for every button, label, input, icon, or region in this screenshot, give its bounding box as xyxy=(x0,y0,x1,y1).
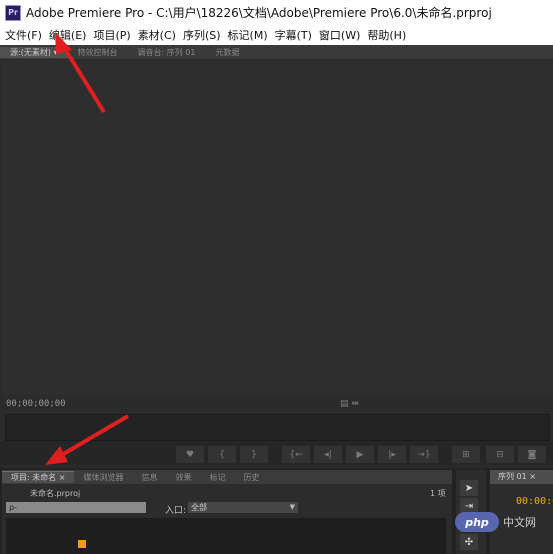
tab-metadata[interactable]: 元数据 xyxy=(205,47,249,58)
tab-project[interactable]: 项目: 未命名 × xyxy=(2,471,75,483)
menu-edit[interactable]: 编辑(E) xyxy=(49,27,87,43)
step-forward-icon[interactable]: |▸ xyxy=(378,446,406,463)
mark-in-icon[interactable]: { xyxy=(208,446,236,463)
menu-help[interactable]: 帮助(H) xyxy=(367,27,406,43)
go-to-out-icon[interactable]: →} xyxy=(410,446,438,463)
step-back-icon[interactable]: ◂| xyxy=(314,446,342,463)
tab-info[interactable]: 信息 xyxy=(132,472,166,483)
time-ruler[interactable] xyxy=(5,414,550,441)
tab-effects[interactable]: 效果 xyxy=(166,472,200,483)
chevron-down-icon: ▼ xyxy=(289,503,295,511)
timeline-timecode[interactable]: 00:00:0 xyxy=(516,496,553,507)
settings-icon[interactable]: ▤ ⇹ xyxy=(340,399,359,409)
menu-marker[interactable]: 标记(M) xyxy=(228,27,268,43)
source-panel-tabs: 源:(无素材) ▾ 特效控制台 调音台: 序列 01 元数据 xyxy=(0,45,553,59)
menu-sequence[interactable]: 序列(S) xyxy=(183,27,221,43)
menu-window[interactable]: 窗口(W) xyxy=(319,27,360,43)
export-frame-icon[interactable]: ◙ xyxy=(518,446,546,463)
menu-bar: 文件(F) 编辑(E) 项目(P) 素材(C) 序列(S) 标记(M) 字幕(T… xyxy=(0,25,553,45)
watermark-text: 中文网 xyxy=(503,516,536,529)
menu-file[interactable]: 文件(F) xyxy=(5,27,42,43)
project-search-input[interactable]: ρ- xyxy=(6,502,146,513)
play-icon[interactable]: ▶ xyxy=(346,446,374,463)
tab-sequence-01[interactable]: 序列 01 × xyxy=(490,470,553,484)
rolling-edit-tool-icon[interactable]: ✣ xyxy=(460,534,478,550)
php-logo: php xyxy=(455,512,499,532)
tab-markers[interactable]: 标记 xyxy=(200,472,234,483)
watermark: php 中文网 xyxy=(455,510,553,534)
go-to-in-icon[interactable]: {← xyxy=(282,446,310,463)
overwrite-icon[interactable]: ⊟ xyxy=(486,446,514,463)
project-file-name: 未命名.prproj xyxy=(30,489,81,498)
insert-icon[interactable]: ⊞ xyxy=(452,446,480,463)
tab-source[interactable]: 源:(无素材) ▾ xyxy=(0,46,68,58)
add-marker-icon[interactable]: ♥ xyxy=(176,446,204,463)
item-count: 1 项 xyxy=(430,489,446,498)
selection-tool-icon[interactable]: ➤ xyxy=(460,480,478,496)
sequence-thumbnail-icon[interactable] xyxy=(78,540,86,548)
in-filter-select[interactable]: 全部 ▼ xyxy=(188,502,298,513)
menu-title[interactable]: 字幕(T) xyxy=(275,27,312,43)
source-timecode[interactable]: 00;00;00;00 xyxy=(6,399,66,409)
in-filter-label: 入口: xyxy=(165,506,187,516)
premiere-app-icon: Pr xyxy=(5,4,21,21)
tab-audio-mixer[interactable]: 调音台: 序列 01 xyxy=(128,47,206,58)
tab-effect-controls[interactable]: 特效控制台 xyxy=(68,47,128,58)
mark-out-icon[interactable]: } xyxy=(240,446,268,463)
project-panel-tabs: 项目: 未命名 × 媒体浏览器 信息 效果 标记 历史 xyxy=(2,470,452,484)
in-filter-value: 全部 xyxy=(191,503,207,512)
window-title: Adobe Premiere Pro - C:\用户\18226\文档\Adob… xyxy=(26,6,492,20)
tab-history[interactable]: 历史 xyxy=(234,472,268,483)
menu-clip[interactable]: 素材(C) xyxy=(138,27,176,43)
tab-media-browser[interactable]: 媒体浏览器 xyxy=(74,472,132,483)
title-bar: Pr Adobe Premiere Pro - C:\用户\18226\文档\A… xyxy=(0,0,553,25)
project-items-area[interactable] xyxy=(6,518,446,554)
menu-project[interactable]: 项目(P) xyxy=(93,27,130,43)
source-monitor-viewer xyxy=(2,60,553,395)
